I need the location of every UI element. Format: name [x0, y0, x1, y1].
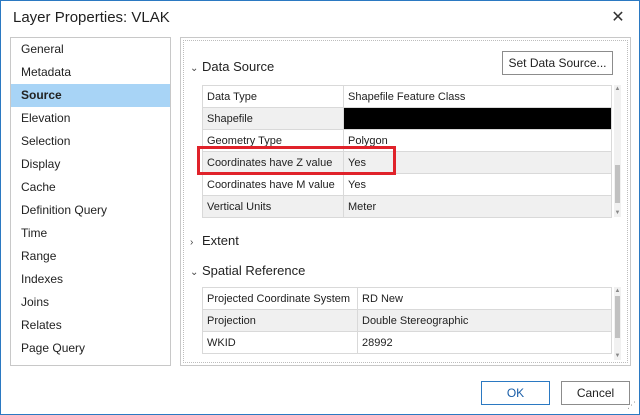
scroll-down-icon[interactable]: ▼	[614, 209, 621, 217]
scrollbar-thumb[interactable]	[615, 165, 620, 203]
spatial-reference-header-label: Spatial Reference	[202, 263, 306, 278]
spatial-reference-scrollbar[interactable]: ▲ ▼	[614, 287, 621, 360]
resize-grip-icon[interactable]: ⋰	[627, 400, 636, 411]
data-source-header[interactable]: ⌄ Data Source	[190, 59, 274, 74]
property-key: Shapefile	[202, 107, 344, 130]
sidebar-item-indexes[interactable]: Indexes	[11, 268, 170, 291]
extent-header-label: Extent	[202, 233, 239, 248]
spatial-reference-table: Projected Coordinate System RD New Proje…	[202, 287, 612, 354]
sidebar-item-page-query[interactable]: Page Query	[11, 337, 170, 360]
extent-header[interactable]: › Extent	[190, 233, 239, 248]
highlight-annotation	[197, 146, 396, 175]
sidebar-item-general[interactable]: General	[11, 38, 170, 61]
property-key: Projection	[202, 309, 358, 332]
chevron-right-icon: ›	[190, 237, 194, 248]
property-value[interactable]: RD New	[357, 287, 612, 310]
sidebar-item-source[interactable]: Source	[11, 84, 170, 107]
property-key: WKID	[202, 331, 358, 354]
title-bar: Layer Properties: VLAK ✕	[1, 1, 639, 35]
table-row: Vertical Units Meter	[202, 195, 612, 218]
scroll-up-icon[interactable]: ▲	[614, 85, 621, 93]
cancel-button[interactable]: Cancel	[561, 381, 630, 405]
property-value[interactable]: Double Stereographic	[357, 309, 612, 332]
set-data-source-button[interactable]: Set Data Source...	[502, 51, 613, 75]
layer-properties-dialog: Layer Properties: VLAK ✕ General Metadat…	[0, 0, 640, 415]
property-key: Coordinates have M value	[202, 173, 344, 196]
property-value[interactable]: Yes	[343, 173, 612, 196]
sidebar-item-selection[interactable]: Selection	[11, 130, 170, 153]
property-key: Projected Coordinate System	[202, 287, 358, 310]
redacted-value	[343, 107, 612, 130]
scrollbar-thumb[interactable]	[615, 296, 620, 338]
property-key: Data Type	[202, 85, 344, 108]
table-row: Projected Coordinate System RD New	[202, 287, 612, 310]
properties-nav-list: General Metadata Source Elevation Select…	[10, 37, 171, 366]
source-panel: ⌄ Data Source Set Data Source... Data Typ…	[180, 37, 631, 366]
data-source-header-label: Data Source	[202, 59, 275, 74]
property-value[interactable]: 28992	[357, 331, 612, 354]
sidebar-item-range[interactable]: Range	[11, 245, 170, 268]
scroll-up-icon[interactable]: ▲	[614, 287, 621, 295]
property-value[interactable]: Meter	[343, 195, 612, 218]
close-icon[interactable]: ✕	[607, 7, 629, 29]
table-row: WKID 28992	[202, 331, 612, 354]
table-row: Data Type Shapefile Feature Class	[202, 85, 612, 108]
sidebar-item-cache[interactable]: Cache	[11, 176, 170, 199]
sidebar-item-relates[interactable]: Relates	[11, 314, 170, 337]
ok-button[interactable]: OK	[481, 381, 550, 405]
sidebar-item-joins[interactable]: Joins	[11, 291, 170, 314]
table-row: Projection Double Stereographic	[202, 309, 612, 332]
scroll-down-icon[interactable]: ▼	[614, 352, 621, 360]
sidebar-item-time[interactable]: Time	[11, 222, 170, 245]
dialog-title: Layer Properties: VLAK	[13, 9, 170, 26]
property-key: Vertical Units	[202, 195, 344, 218]
table-row: Coordinates have M value Yes	[202, 173, 612, 196]
data-source-scrollbar[interactable]: ▲ ▼	[614, 85, 621, 217]
chevron-down-icon: ⌄	[190, 267, 199, 278]
sidebar-item-metadata[interactable]: Metadata	[11, 61, 170, 84]
property-value[interactable]: Shapefile Feature Class	[343, 85, 612, 108]
sidebar-item-display[interactable]: Display	[11, 153, 170, 176]
sidebar-item-elevation[interactable]: Elevation	[11, 107, 170, 130]
spatial-reference-header[interactable]: ⌄ Spatial Reference	[190, 263, 305, 278]
table-row: Shapefile	[202, 107, 612, 130]
chevron-down-icon: ⌄	[190, 63, 199, 74]
sidebar-item-definition-query[interactable]: Definition Query	[11, 199, 170, 222]
source-panel-inner: ⌄ Data Source Set Data Source... Data Typ…	[183, 40, 628, 363]
